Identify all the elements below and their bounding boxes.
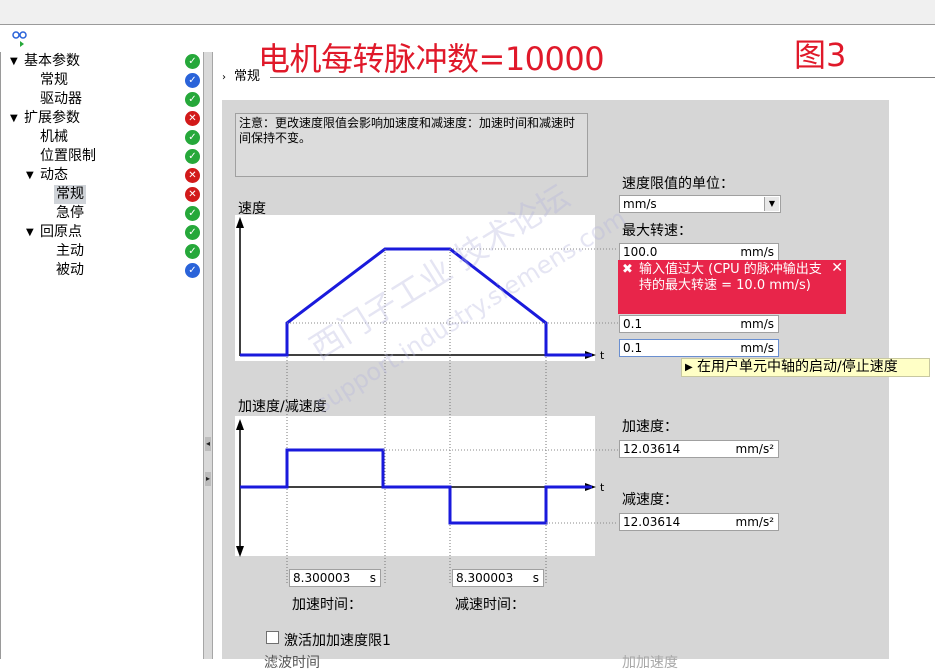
start-stop-speed-field[interactable]: 0.1 mm/s: [619, 315, 779, 333]
accel-time-field[interactable]: 8.300003 s: [289, 569, 381, 587]
error-tooltip: ✖ 输入值过大 (CPU 的脉冲输出支持的最大转速 = 10.0 mm/s) ✕: [618, 260, 846, 314]
pointer-icon: ▶: [685, 362, 693, 373]
hint-tooltip: ▶ 在用户单元中轴的启动/停止速度: [681, 358, 930, 377]
speed-unit-select[interactable]: mm/s ▼: [619, 195, 781, 213]
jerk-limit-checkbox[interactable]: [266, 631, 279, 644]
max-speed-field[interactable]: 100.0 mm/s: [619, 243, 779, 261]
decel-time-field[interactable]: 8.300003 s: [452, 569, 544, 587]
acceleration-label: 加速度：: [622, 419, 678, 435]
accel-y-arrow-down: [236, 546, 244, 557]
acceleration-field[interactable]: 12.03614 mm/s²: [619, 440, 779, 458]
accel-y-arrow-up: [236, 419, 244, 430]
max-speed-label: 最大转速：: [622, 223, 692, 239]
start-stop-speed-field-2[interactable]: 0.1 mm/s: [619, 339, 779, 357]
decel-time-label: 减速时间：: [455, 597, 525, 613]
speed-y-arrow: [236, 217, 244, 228]
deceleration-field[interactable]: 12.03614 mm/s²: [619, 513, 779, 531]
chevron-down-icon[interactable]: ▼: [764, 197, 779, 211]
accel-time-label: 加速时间：: [292, 597, 362, 613]
error-icon: ✖: [622, 262, 633, 277]
jerk-limit-label: 激活加加速度限1: [284, 633, 391, 649]
speed-t-label: t: [600, 349, 605, 362]
deceleration-label: 减速度：: [622, 492, 678, 508]
filter-time-label: 滤波时间: [264, 655, 320, 671]
jerk-label: 加加速度: [622, 655, 678, 671]
speed-unit-label: 速度限值的单位：: [622, 176, 734, 192]
close-icon[interactable]: ✕: [831, 260, 843, 276]
accel-t-label: t: [600, 481, 605, 494]
